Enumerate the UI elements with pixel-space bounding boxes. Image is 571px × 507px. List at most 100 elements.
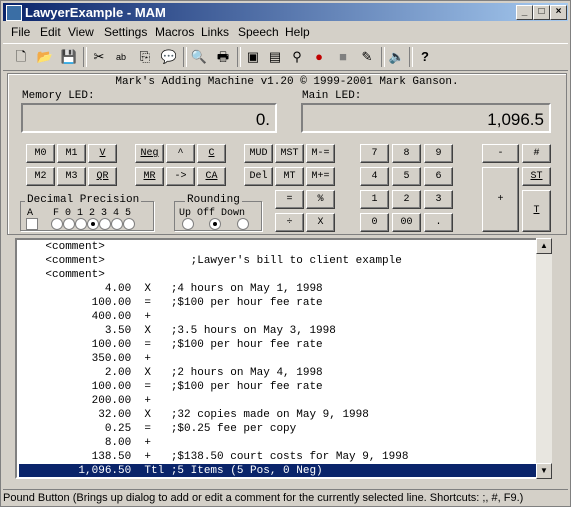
tape-line[interactable]: 100.00 = ;$100 per hour fee rate (19, 296, 536, 310)
copy-icon[interactable]: ⎘ (135, 47, 155, 67)
print-preview-icon[interactable]: 🔍 (189, 47, 209, 67)
minimize-button[interactable]: _ (516, 5, 533, 20)
maximize-button[interactable]: □ (533, 5, 550, 20)
rounding-down-radio[interactable] (237, 218, 249, 230)
plus-button[interactable]: + (482, 167, 519, 232)
comment-icon[interactable]: 💬 (159, 47, 179, 67)
decimal-3-radio[interactable] (99, 218, 111, 230)
memory-plus-button[interactable]: M+= (306, 167, 335, 186)
menu-help[interactable]: Help (285, 25, 310, 39)
decimal-f-radio[interactable] (51, 218, 63, 230)
neg-button[interactable]: Neg (135, 144, 164, 163)
percent-button[interactable]: % (306, 190, 335, 209)
decimal-0-radio[interactable] (63, 218, 75, 230)
divide-button[interactable]: ÷ (275, 213, 304, 232)
equals-button[interactable]: = (275, 190, 304, 209)
save-icon[interactable]: 💾 (59, 47, 79, 67)
mud-button[interactable]: MUD (244, 144, 273, 163)
tape-line[interactable]: 100.00 = ;$100 per hour fee rate (19, 338, 536, 352)
tape-line[interactable]: 200.00 + (19, 394, 536, 408)
tape-line[interactable]: 100.00 = ;$100 per hour fee rate (19, 380, 536, 394)
arrow-button[interactable]: -> (166, 167, 195, 186)
auto-checkbox[interactable] (26, 218, 38, 230)
macro-load-icon[interactable]: ▤ (265, 47, 285, 67)
tape-line[interactable]: 350.00 + (19, 352, 536, 366)
print-icon[interactable]: 🖶 (213, 47, 233, 67)
macro-find-icon[interactable]: ⚲ (287, 47, 307, 67)
menu-links[interactable]: Links (201, 25, 229, 39)
rounding-up-radio[interactable] (182, 218, 194, 230)
rename-icon[interactable]: ab (111, 47, 131, 67)
pound-button[interactable]: # (522, 144, 551, 163)
key-7[interactable]: 7 (360, 144, 389, 163)
total-button[interactable]: T (522, 190, 551, 232)
tape-line[interactable]: <comment> (19, 240, 536, 254)
clear-all-button[interactable]: CA (197, 167, 226, 186)
tape-list[interactable]: <comment> <comment> ;Lawyer's bill to cl… (15, 238, 552, 479)
qr-button[interactable]: QR (88, 167, 117, 186)
record-icon[interactable]: ● (309, 47, 329, 67)
tape-line[interactable]: 0.25 = ;$0.25 fee per copy (19, 422, 536, 436)
menu-file[interactable]: File (11, 25, 30, 39)
speaker-icon[interactable]: 🔈 (387, 47, 407, 67)
menu-macros[interactable]: Macros (155, 25, 194, 39)
multiply-button[interactable]: X (306, 213, 335, 232)
new-file-icon[interactable]: 🗋 (11, 47, 31, 67)
scroll-down-icon[interactable]: ▼ (536, 463, 552, 479)
key-6[interactable]: 6 (424, 167, 453, 186)
cut-icon[interactable]: ✂ (89, 47, 109, 67)
tape-line-selected[interactable]: 1,096.50 Ttl ;5 Items (5 Pos, 0 Neg) (19, 464, 536, 477)
menu-view[interactable]: View (68, 25, 94, 39)
m1-button[interactable]: M1 (57, 144, 86, 163)
m0-button[interactable]: M0 (26, 144, 55, 163)
clear-button[interactable]: C (197, 144, 226, 163)
decimal-5-radio[interactable] (123, 218, 135, 230)
decimal-1-radio[interactable] (75, 218, 87, 230)
key-3[interactable]: 3 (424, 190, 453, 209)
memory-minus-button[interactable]: M-= (306, 144, 335, 163)
v-button[interactable]: V (88, 144, 117, 163)
key-5[interactable]: 5 (392, 167, 421, 186)
key-1[interactable]: 1 (360, 190, 389, 209)
key-00[interactable]: 00 (392, 213, 421, 232)
close-button[interactable]: × (550, 5, 567, 20)
menu-speech[interactable]: Speech (238, 25, 279, 39)
tape-line[interactable]: <comment> ;Lawyer's bill to client examp… (19, 254, 536, 268)
menu-edit[interactable]: Edit (40, 25, 61, 39)
menu-settings[interactable]: Settings (104, 25, 147, 39)
key-9[interactable]: 9 (424, 144, 453, 163)
decimal-point-button[interactable]: . (424, 213, 453, 232)
open-folder-icon[interactable]: 📂 (35, 47, 55, 67)
minus-button[interactable]: - (482, 144, 519, 163)
m3-button[interactable]: M3 (57, 167, 86, 186)
decimal-4-radio[interactable] (111, 218, 123, 230)
tape-line[interactable]: 138.50 + ;$138.50 court costs for May 9,… (19, 450, 536, 464)
help-icon[interactable]: ? (415, 47, 435, 67)
tape-scrollbar[interactable]: ▲ ▼ (536, 238, 552, 479)
m2-button[interactable]: M2 (26, 167, 55, 186)
decimal-2-radio[interactable] (87, 218, 99, 230)
stop-icon[interactable]: ■ (333, 47, 353, 67)
key-4[interactable]: 4 (360, 167, 389, 186)
subtotal-button[interactable]: ST (522, 167, 551, 186)
tape-line[interactable]: 8.00 + (19, 436, 536, 450)
tape-line[interactable]: 4.00 X ;4 hours on May 1, 1998 (19, 282, 536, 296)
key-8[interactable]: 8 (392, 144, 421, 163)
key-2[interactable]: 2 (392, 190, 421, 209)
tape-line[interactable]: 2.00 X ;2 hours on May 4, 1998 (19, 366, 536, 380)
up-button[interactable]: ^ (166, 144, 195, 163)
tape-line[interactable]: <comment> (19, 268, 536, 282)
eraser-icon[interactable]: ✎ (357, 47, 377, 67)
key-0[interactable]: 0 (360, 213, 389, 232)
mr-button[interactable]: MR (135, 167, 164, 186)
delete-button[interactable]: Del (244, 167, 273, 186)
tape-line[interactable]: 400.00 + (19, 310, 536, 324)
mst-button[interactable]: MST (275, 144, 304, 163)
tape-line[interactable]: 3.50 X ;3.5 hours on May 3, 1998 (19, 324, 536, 338)
title-bar[interactable]: LawyerExample - MAM _ □ × (3, 3, 568, 21)
mt-button[interactable]: MT (275, 167, 304, 186)
scroll-up-icon[interactable]: ▲ (536, 238, 552, 254)
macro-save-icon[interactable]: ▣ (243, 47, 263, 67)
rounding-off-radio[interactable] (209, 218, 221, 230)
tape-line[interactable]: 32.00 X ;32 copies made on May 9, 1998 (19, 408, 536, 422)
